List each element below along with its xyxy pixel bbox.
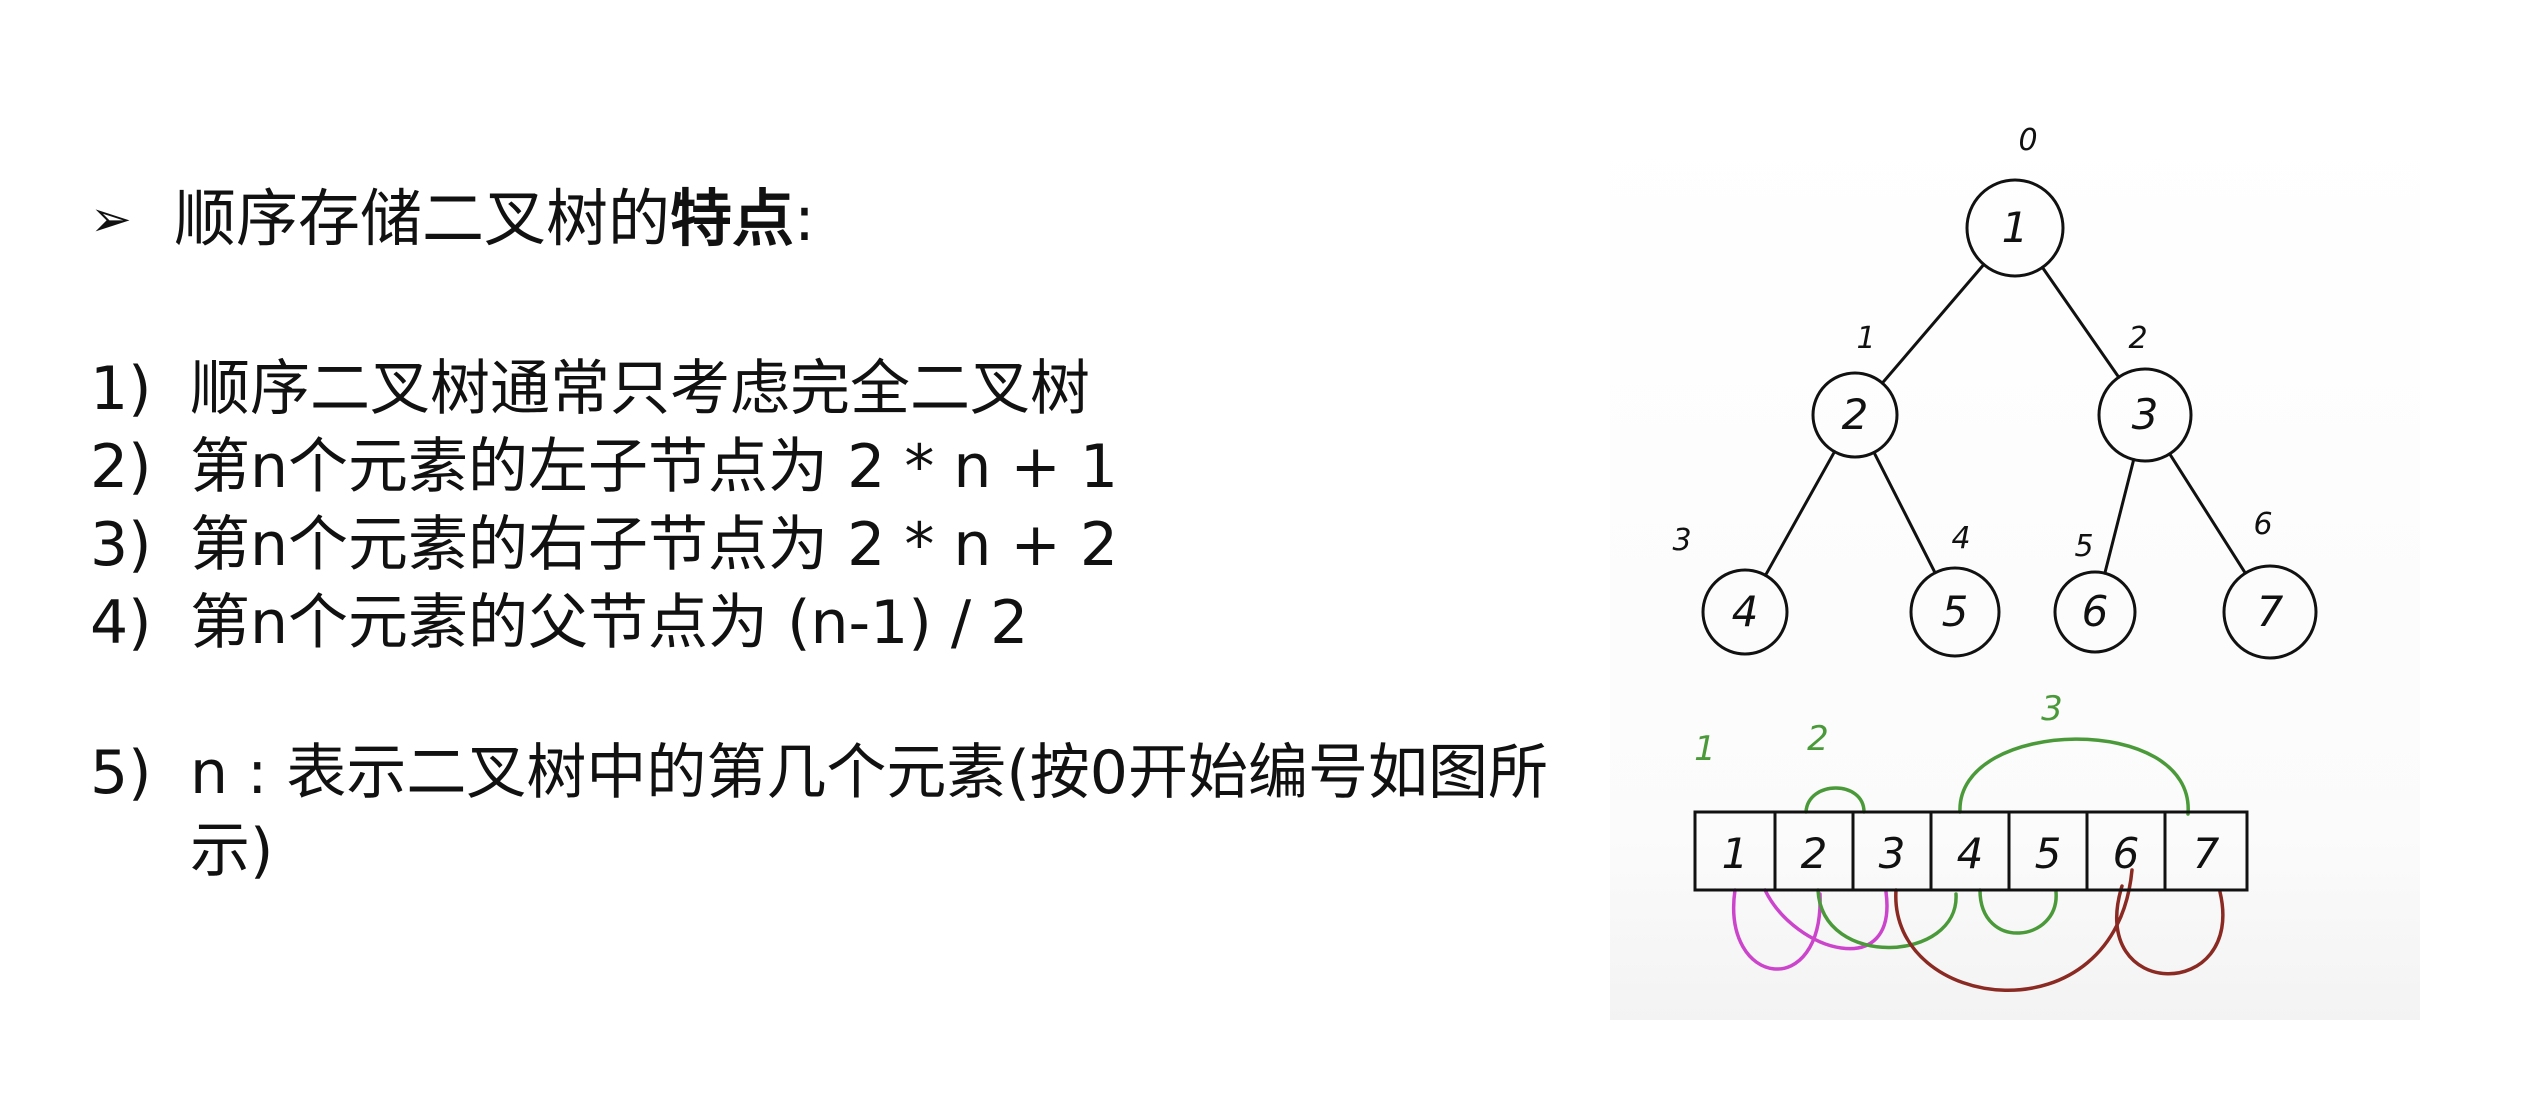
tree-node-index: 4 [1951, 521, 1970, 556]
tree-edge [2103, 458, 2136, 575]
slide-heading: ➢ 顺序存储二叉树的 特点 : [90, 188, 815, 250]
arc-label: 3 [2041, 689, 2063, 729]
tree-node-label: 2 [1842, 390, 1869, 439]
tree-edge [1872, 450, 1937, 575]
tree-node-index: 1 [1856, 321, 1875, 356]
list-item: 1) 顺序二叉树通常只考虑完全二叉树 [90, 350, 1570, 428]
list-item-number: 3) [90, 510, 152, 580]
heading-text: 顺序存储二叉树的 [174, 182, 671, 255]
child-arc-green [1978, 888, 2058, 935]
tree-node-index: 6 [2253, 507, 2272, 542]
arc-label: 2 [1807, 719, 1829, 759]
list-item: 3) 第n个元素的右子节点为 2 * n + 2 [90, 506, 1570, 584]
list-item-text: 顺序二叉树通常只考虑完全二叉树 [190, 354, 1090, 424]
array-cell-label: 5 [2035, 829, 2062, 878]
binary-tree-figure: 1 2 3 1 0 2 1 3 2 4 3 5 4 6 5 7 6 1 2 3 4 5 6 7 [1610, 110, 2420, 1020]
list-item: 4) 第n个元素的父节点为 (n-1) / 2 [90, 584, 1570, 662]
heading-colon: : [794, 182, 815, 255]
tree-node-label: 3 [2132, 390, 2159, 439]
arc-label: 1 [1694, 729, 1716, 769]
binary-tree-diagram: 1 2 3 1 0 2 1 3 2 4 3 5 4 6 5 7 6 1 2 3 4 5 6 7 [1672, 123, 2318, 992]
tree-node-index: 5 [2074, 529, 2093, 564]
child-arc-green [1958, 737, 2190, 816]
tree-edge [2168, 452, 2247, 575]
tree-node-label: 1 [2002, 203, 2029, 252]
tree-node-label: 5 [1942, 587, 1969, 636]
list-item-number: 5) [90, 738, 152, 808]
array-cell-label: 3 [1879, 829, 1906, 878]
tree-edge [1763, 450, 1837, 577]
slide: ➢ 顺序存储二叉树的 特点 : 1) 顺序二叉树通常只考虑完全二叉树 2) 第n… [0, 0, 2522, 1116]
child-arc-darkred [2114, 884, 2225, 976]
feature-list: 1) 顺序二叉树通常只考虑完全二叉树 2) 第n个元素的左子节点为 2 * n … [90, 350, 1570, 890]
list-item-text: 第n个元素的左子节点为 2 * n + 1 [190, 432, 1119, 502]
tree-node-label: 7 [2257, 587, 2284, 636]
tree-node-index: 3 [1672, 523, 1691, 558]
tree-edge [1880, 262, 1986, 385]
tree-node-index: 2 [2128, 321, 2147, 356]
array-cell-label: 4 [1957, 829, 1984, 878]
array-cell-label: 7 [2193, 829, 2220, 878]
list-item-number: 1) [90, 354, 152, 424]
list-item-text: 第n个元素的父节点为 (n-1) / 2 [190, 588, 1029, 658]
array-cell-label: 6 [2113, 829, 2140, 878]
list-item: 5) n : 表示二叉树中的第几个元素(按0开始编号如图所示) [90, 734, 1570, 890]
array-cell-label: 1 [1722, 829, 1749, 878]
tree-node-label: 4 [1732, 587, 1759, 636]
heading-bold-text: 特点 [670, 182, 795, 255]
list-item-number: 2) [90, 432, 152, 502]
tree-node-index: 0 [2018, 123, 2037, 158]
arrow-bullet-icon: ➢ [90, 190, 132, 248]
list-item: 2) 第n个元素的左子节点为 2 * n + 1 [90, 428, 1570, 506]
child-arc-green [1804, 786, 1866, 814]
tree-edge [2040, 265, 2121, 379]
list-item-text: 第n个元素的右子节点为 2 * n + 2 [190, 510, 1119, 580]
array-cell-label: 2 [1801, 829, 1828, 878]
tree-node-label: 6 [2082, 587, 2109, 636]
list-item-number: 4) [90, 588, 152, 658]
child-arc-magenta [1731, 888, 1822, 971]
list-item-text: n : 表示二叉树中的第几个元素(按0开始编号如图所示) [190, 738, 1548, 886]
